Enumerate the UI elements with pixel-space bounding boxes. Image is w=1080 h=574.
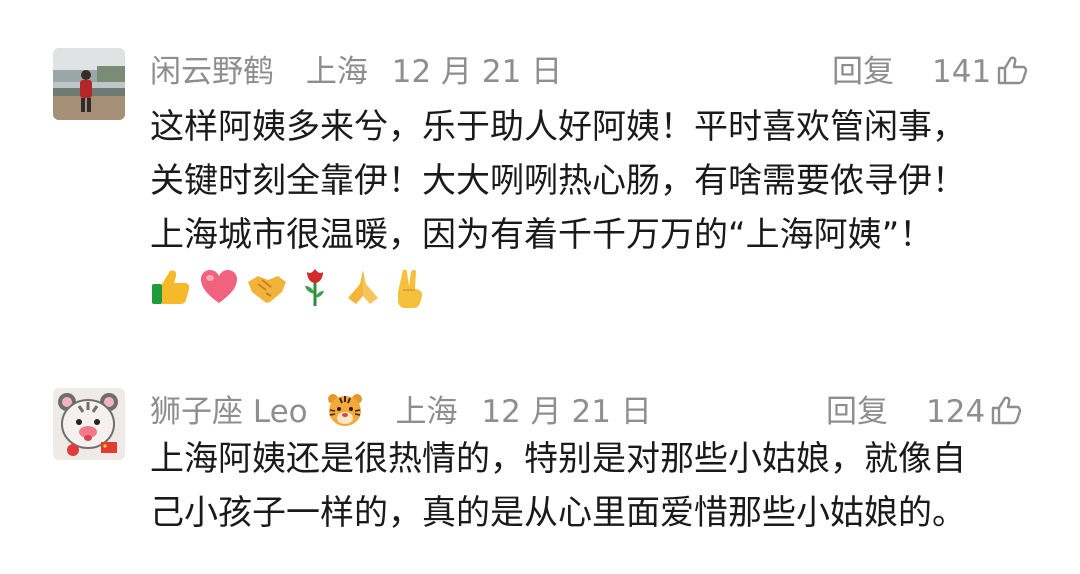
comment-meta: 狮子座 Leo 上海 12 月 21 日 <box>150 390 666 434</box>
comment-text: 这样阿姨多来兮，乐于助人好阿姨！平时喜欢管闲事， 关键时刻全靠伊！大大咧咧热心肠… <box>150 100 1050 262</box>
thumbs-up-outline-icon <box>991 396 1022 425</box>
thumbs-up-icon <box>152 270 190 304</box>
thumbs-up-outline-icon <box>997 56 1028 85</box>
emoji-row <box>150 266 432 310</box>
timestamp: 12 月 21 日 <box>391 54 563 90</box>
like-button[interactable]: 141 <box>932 50 1029 94</box>
username[interactable]: 闲云野鹤 <box>150 54 274 90</box>
comment-line: 上海城市很温暖，因为有着千千万万的“上海阿姨”！ <box>150 215 934 255</box>
like-count: 124 <box>926 394 986 430</box>
heart-icon <box>201 270 237 303</box>
comment-text: 上海阿姨还是很热情的，特别是对那些小姑娘，就像自 己小孩子一样的，真的是从心里面… <box>150 432 1050 540</box>
pray-hands-icon <box>348 270 378 304</box>
avatar[interactable] <box>53 48 125 120</box>
reply-button[interactable]: 回复 <box>832 50 894 94</box>
comment-line: 关键时刻全靠伊！大大咧咧热心肠，有啥需要侬寻伊！ <box>150 161 966 201</box>
tiger-face-icon <box>327 394 362 426</box>
comment-meta: 闲云野鹤 上海 12 月 21 日 <box>150 50 576 94</box>
like-count: 141 <box>932 54 992 90</box>
handshake-icon <box>248 276 286 303</box>
reply-button[interactable]: 回复 <box>826 390 888 434</box>
victory-hand-icon <box>398 269 423 308</box>
comment-line: 这样阿姨多来兮，乐于助人好阿姨！平时喜欢管闲事， <box>150 107 966 147</box>
timestamp: 12 月 21 日 <box>481 394 652 430</box>
rose-icon <box>305 269 324 306</box>
like-button[interactable]: 124 <box>926 390 1023 434</box>
comment-line: 上海阿姨还是很热情的，特别是对那些小姑娘，就像自 <box>150 439 966 479</box>
location: 上海 <box>395 394 458 430</box>
location: 上海 <box>305 54 368 90</box>
comment-line: 己小孩子一样的，真的是从心里面爱惜那些小姑娘的。 <box>150 493 966 533</box>
username[interactable]: 狮子座 Leo <box>150 394 364 430</box>
avatar[interactable] <box>53 388 125 460</box>
